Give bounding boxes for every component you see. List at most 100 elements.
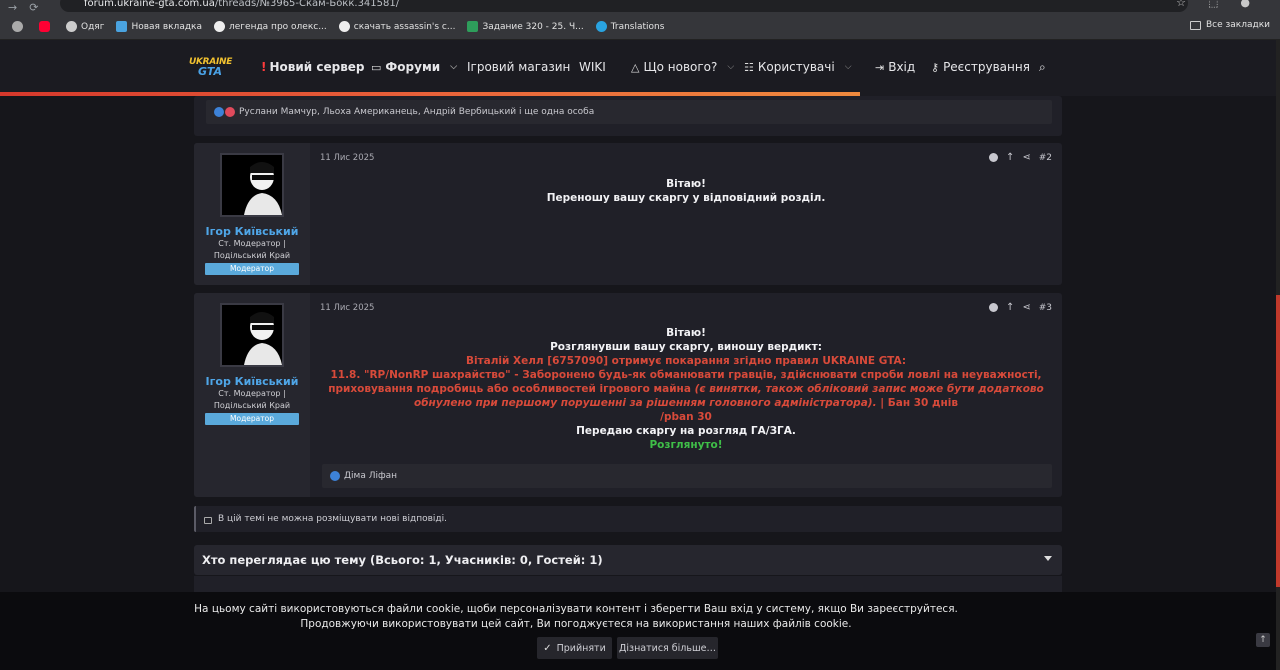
bookmark-item[interactable]: Задание 320 - 25. Ч...	[467, 21, 584, 32]
reactions-bar[interactable]: Діма Ліфан	[322, 464, 1052, 488]
register-link[interactable]: ⚷ Реєстрування	[931, 60, 1030, 74]
username[interactable]: Ігор Київський	[194, 375, 310, 388]
key-icon: ⚷	[931, 60, 940, 74]
share-icon[interactable]: ⋖	[1022, 302, 1030, 313]
google-icon	[214, 21, 226, 32]
nav-wiki[interactable]: WIKI	[579, 60, 606, 74]
nav-forums[interactable]: ▭ Форуми ⌵	[371, 60, 457, 74]
locked-text: В цій темі не можна розміщувати нові від…	[218, 514, 447, 524]
bookmark-item[interactable]: Новая вкладка	[116, 21, 202, 32]
bookmark-label: Translations	[610, 21, 665, 32]
viewers-title: Хто переглядає цю тему (Всього: 1, Учасн…	[202, 553, 603, 567]
profile-icon[interactable]: ●	[1240, 0, 1250, 9]
bookmark-label: Задание 320 - 25. Ч...	[482, 21, 584, 32]
logo-line-2: GTA	[198, 65, 222, 78]
share-icon[interactable]: ⋖	[1022, 152, 1030, 163]
reactions-bar[interactable]: Руслани Мамчур, Льоха Американець, Андрі…	[206, 100, 1052, 124]
telegram-icon	[595, 21, 607, 32]
nav-label: WIKI	[579, 60, 606, 74]
login-link[interactable]: ⇥ Вхід	[875, 60, 915, 74]
nav-label: Користувачі	[757, 60, 835, 74]
url-path: /threads/№3965-Скам-Бокк.341581/	[214, 0, 400, 9]
search-icon[interactable]: ⌕	[1039, 60, 1046, 75]
nav-whats-new[interactable]: △ Що нового? ⌵	[631, 60, 734, 74]
post-line: Переношу вашу скаргу у відповідний розді…	[546, 192, 826, 204]
bookmark-item[interactable]	[39, 21, 54, 32]
post-line: Вітаю!	[666, 178, 706, 190]
user-title-line: Подільський Край	[213, 251, 291, 260]
forward-icon[interactable]: →	[8, 1, 17, 14]
bookmark-item[interactable]: скачать assassin's c...	[338, 21, 456, 32]
post-line: Передаю скаргу на розгляд ГА/ЗГА.	[576, 425, 796, 437]
chat-icon: ▭	[371, 60, 382, 74]
bookmark-label: скачать assassin's c...	[353, 21, 456, 32]
ban-command: /pban 30	[660, 411, 712, 423]
username[interactable]: Ігор Київський	[194, 225, 310, 238]
post-number[interactable]: #2	[1039, 153, 1052, 163]
post-line: Вітаю!	[666, 327, 706, 339]
cookie-message: На цьому сайті використовуються файли co…	[0, 602, 1152, 632]
scrollbar[interactable]	[1276, 40, 1280, 670]
avatar[interactable]	[220, 153, 284, 217]
mod-action-icon[interactable]	[988, 153, 998, 162]
post-actions: ↑ ⋖ #3	[988, 302, 1052, 313]
url-host: forum.ukraine-gta.com.ua	[84, 0, 215, 9]
post-date[interactable]: 11 Лис 2025	[320, 303, 374, 313]
folder-icon	[1189, 20, 1201, 30]
lock-icon	[204, 516, 212, 524]
user-role-badge: Модератор	[205, 263, 299, 275]
post-date[interactable]: 11 Лис 2025	[320, 153, 374, 163]
nav-shop[interactable]: Ігровий магазин	[467, 60, 570, 74]
all-bookmarks[interactable]: Все закладки	[1189, 20, 1270, 30]
scrollbar-thumb[interactable]	[1276, 295, 1280, 587]
cookie-text: Продовжуючи використовувати цей сайт, Ви…	[300, 618, 852, 630]
bookmark-item[interactable]	[12, 21, 27, 32]
bookmark-label: Новая вкладка	[131, 21, 203, 32]
check-icon: ✓	[543, 642, 552, 654]
address-bar[interactable]: forum.ukraine-gta.com.ua/threads/№3965-С…	[60, 0, 1188, 12]
bookmark-icon	[116, 21, 128, 32]
nav-new-server[interactable]: ! Новий сервер	[261, 60, 365, 74]
like-icon	[214, 107, 224, 117]
chevron-down-icon[interactable]: ⌵	[450, 62, 457, 72]
users-icon: ☷	[744, 60, 754, 74]
nav-label: Новий сервер	[269, 60, 365, 74]
alert-icon: !	[261, 60, 267, 74]
bookmark-icon	[66, 21, 77, 32]
reactions-list: Руслани Мамчур, Льоха Американець, Андрі…	[239, 107, 595, 117]
bookmark-star-icon[interactable]: ☆	[1176, 0, 1186, 9]
extensions-icon[interactable]: ⬚	[1208, 0, 1218, 9]
avatar[interactable]	[220, 303, 284, 367]
learn-more-button[interactable]: Дізнатися більше…	[617, 637, 718, 659]
upvote-arrow-icon[interactable]: ↑	[1006, 302, 1014, 313]
bookmark-item[interactable]: Translations	[595, 21, 665, 32]
chevron-down-icon[interactable]: ⌵	[727, 62, 734, 72]
site-logo[interactable]: UKRAINE GTA	[189, 57, 232, 79]
previous-post-footer: Руслани Мамчур, Льоха Американець, Андрі…	[194, 96, 1062, 136]
user-title-line: Ст. Модератор |	[218, 389, 286, 398]
globe-icon	[12, 21, 23, 32]
upvote-arrow-icon[interactable]: ↑	[1006, 152, 1014, 163]
scroll-to-top-button[interactable]: ↑	[1256, 633, 1270, 647]
login-icon: ⇥	[875, 60, 885, 74]
user-role-badge: Модератор	[205, 413, 299, 425]
viewers-block-header[interactable]: Хто переглядає цю тему (Всього: 1, Учасн…	[194, 545, 1062, 575]
chevron-down-icon[interactable]: ⌵	[845, 62, 852, 72]
nav-label: Форуми	[385, 60, 441, 74]
bookmark-label: Одяг	[81, 21, 105, 32]
mod-action-icon[interactable]	[988, 303, 998, 312]
verdict-line: Віталій Хелл [6757090] отримує покарання…	[465, 355, 907, 367]
bookmark-item[interactable]: Одяг	[66, 21, 104, 32]
bell-icon: △	[631, 60, 640, 74]
like-icon	[330, 471, 340, 481]
post-user-info: Ігор Київський Ст. Модератор | Подільськ…	[194, 293, 310, 497]
post-number[interactable]: #3	[1039, 303, 1052, 313]
rule-paragraph: 11.8. "RP/NonRP шахрайство" - Заборонено…	[320, 368, 1052, 410]
post: Ігор Київський Ст. Модератор | Подільськ…	[194, 143, 1062, 285]
bookmark-item[interactable]: легенда про олекс...	[214, 21, 327, 32]
browser-toolbar: → ⟳ forum.ukraine-gta.com.ua/threads/№39…	[0, 0, 1280, 14]
accept-cookies-button[interactable]: ✓ Прийняти	[537, 637, 612, 659]
reload-icon[interactable]: ⟳	[29, 1, 38, 14]
nav-users[interactable]: ☷ Користувачі ⌵	[744, 60, 852, 74]
chevron-down-icon[interactable]	[1044, 556, 1052, 561]
